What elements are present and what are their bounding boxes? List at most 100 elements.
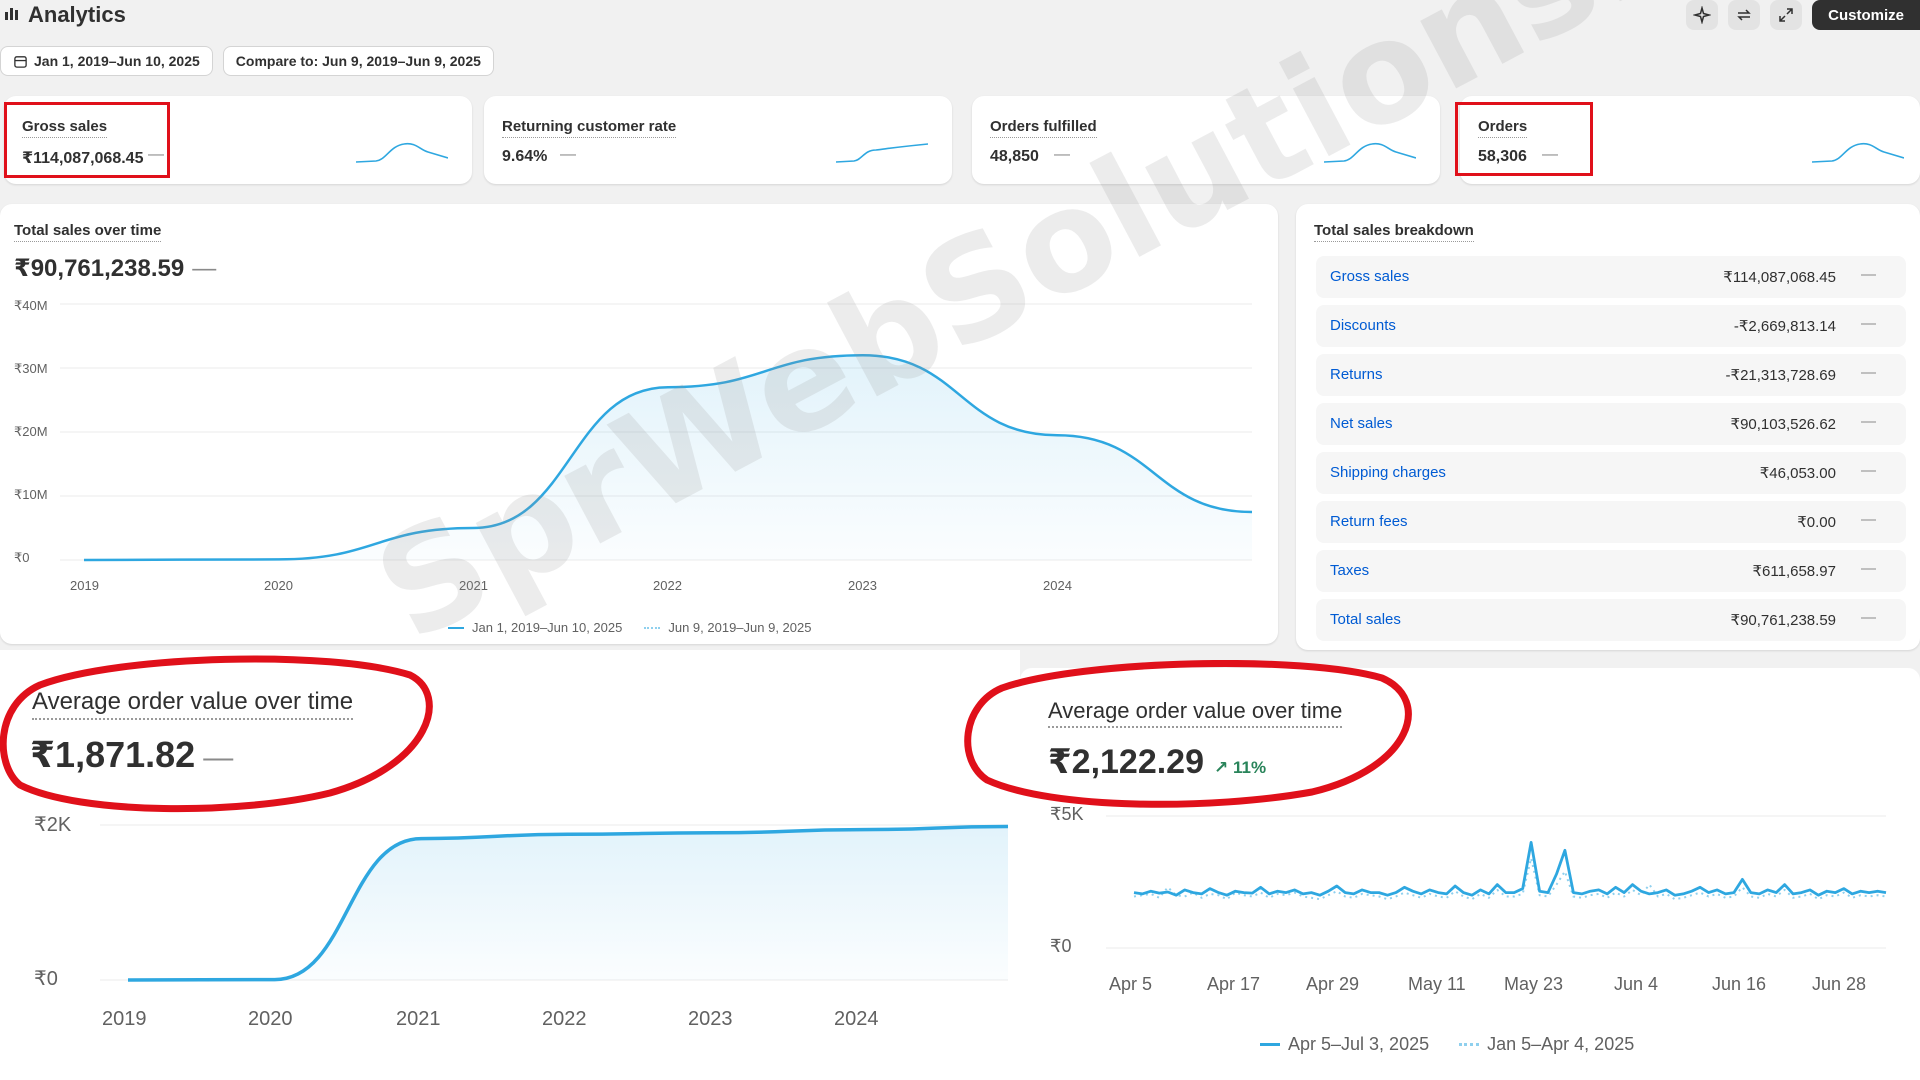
kpi-trend: — [560,146,576,163]
kpi-label: Orders fulfilled [990,118,1097,138]
series-area [84,355,1252,560]
customize-button[interactable]: Customize [1812,0,1920,30]
kpi-sparkline [356,142,448,163]
calendar-icon [14,55,27,68]
aov-right-chart [1106,815,1887,949]
x-tick: May 23 [1504,974,1564,994]
expand-icon [1779,8,1793,22]
breakdown-name: Return fees [1330,513,1408,530]
kpi-sparkline [836,143,928,163]
x-tick: Jun 16 [1712,974,1767,994]
breakdown-value: ₹114,087,068.45 [1723,269,1836,286]
total-sales-card: Total sales over time ₹90,761,238.59— ₹4… [0,204,1278,644]
sparkle-icon [1693,6,1712,24]
kpi-value: 48,850 [990,148,1039,165]
series-area [128,826,1008,980]
breakdown-trend: — [1861,266,1876,283]
breakdown-row[interactable]: Shipping charges ₹46,053.00 — [1316,452,1906,494]
x-tick: Jun 4 [1614,974,1659,994]
legend-swatch-compare [644,626,661,629]
x-tick: 2019 [102,1008,147,1030]
x-tick: 2024 [834,1008,879,1030]
date-range-label: Jan 1, 2019–Jun 10, 2025 [34,53,200,69]
refresh-button[interactable] [1728,0,1761,30]
legend-label: Jan 5–Apr 4, 2025 [1487,1034,1635,1054]
highlight-box-gross-sales [4,102,170,178]
breakdown-value: ₹90,103,526.62 [1730,416,1836,433]
sparkle-button[interactable] [1686,0,1719,30]
breakdown-trend: — [1861,364,1876,381]
breakdown-row[interactable]: Net sales ₹90,103,526.62 — [1316,403,1906,445]
x-tick: 2020 [264,578,293,593]
breakdown-trend: — [1861,560,1876,577]
kpi-orders-fulfilled[interactable]: Orders fulfilled 48,850 — [972,96,1440,184]
header-actions: Customize [1686,0,1920,30]
x-tick: Jun 28 [1812,974,1867,994]
total-sales-chart [60,303,1253,562]
breakdown-trend: — [1861,462,1876,479]
kpi-returning-rate[interactable]: Returning customer rate 9.64% — [484,96,952,184]
x-tick: 2022 [542,1008,587,1030]
x-tick: 2023 [848,578,877,593]
x-tick: 2020 [248,1008,293,1030]
kpi-sparkline [1324,142,1416,163]
kpi-trend: — [1054,146,1070,163]
breakdown-row[interactable]: Return fees ₹0.00 — [1316,501,1906,543]
aov-right-legend: Apr 5–Jul 3, 2025 Jan 5–Apr 4, 2025 [1260,1034,1634,1055]
breakdown-name: Discounts [1330,317,1396,334]
breakdown-row[interactable]: Total sales ₹90,761,238.59 — [1316,599,1906,641]
kpi-value: 9.64% [502,148,548,165]
breakdown-name: Taxes [1330,562,1370,579]
breakdown-value: -₹2,669,813.14 [1733,318,1836,335]
header: Analytics Customize [0,0,1920,34]
analytics-page: Analytics Customize Jan 1, 2019–Jun 10, … [0,0,1920,1080]
x-tick: 2019 [70,578,99,593]
x-tick: Apr 5 [1109,974,1153,994]
breakdown-value: -₹21,313,728.69 [1725,367,1836,384]
breakdown-name: Returns [1330,366,1383,383]
breakdown-trend: — [1861,413,1876,430]
page-title: Analytics [28,2,126,27]
filter-bar: Jan 1, 2019–Jun 10, 2025 Compare to: Jun… [0,46,494,76]
compare-picker[interactable]: Compare to: Jun 9, 2019–Jun 9, 2025 [222,46,494,76]
total-sales-legend: Jan 1, 2019–Jun 10, 2025 Jun 9, 2019–Jun… [448,620,811,635]
breakdown-row[interactable]: Taxes ₹611,658.97 — [1316,550,1906,592]
legend-label: Jan 1, 2019–Jun 10, 2025 [472,620,623,635]
breakdown-name: Net sales [1330,415,1393,432]
breakdown-row[interactable]: Returns -₹21,313,728.69 — [1316,354,1906,396]
x-tick: 2023 [688,1008,733,1030]
breakdown-name: Shipping charges [1330,464,1446,481]
breakdown-name: Gross sales [1330,268,1410,285]
x-tick: Apr 29 [1306,974,1360,994]
x-tick: 2024 [1043,578,1072,593]
breakdown-trend: — [1861,315,1876,332]
legend-label: Apr 5–Jul 3, 2025 [1288,1034,1430,1054]
card-title: Total sales breakdown [1314,222,1474,242]
date-range-picker[interactable]: Jan 1, 2019–Jun 10, 2025 [0,46,213,76]
breakdown-value: ₹46,053.00 [1759,465,1836,482]
legend-swatch-current [448,626,464,629]
breakdown-trend: — [1861,609,1876,626]
x-tick: Apr 17 [1207,974,1261,994]
aov-left-card: Average order value over time ₹1,871.82—… [0,650,1020,1080]
breakdown-trend: — [1861,511,1876,528]
x-tick: 2022 [653,578,682,593]
legend-label: Jun 9, 2019–Jun 9, 2025 [668,620,812,635]
legend-swatch-current [1260,1043,1280,1046]
analytics-bars-icon [4,4,22,27]
highlight-box-orders [1455,102,1593,176]
breakdown-value: ₹90,761,238.59 [1730,612,1836,629]
aov-right-card: Average order value over time ₹2,122.29 ↗… [1020,668,1920,1080]
x-tick: May 11 [1408,974,1466,994]
refresh-icon [1737,9,1751,21]
kpi-sparkline [1812,142,1904,163]
title-wrap: Analytics [4,2,126,28]
kpi-label: Returning customer rate [502,118,677,138]
x-tick: 2021 [396,1008,441,1030]
expand-button[interactable] [1770,0,1803,30]
breakdown-row[interactable]: Discounts -₹2,669,813.14 — [1316,305,1906,347]
series-line-current [1133,841,1887,897]
x-tick: 2021 [459,578,488,593]
breakdown-value: ₹0.00 [1797,514,1836,531]
breakdown-row[interactable]: Gross sales ₹114,087,068.45 — [1316,256,1906,298]
